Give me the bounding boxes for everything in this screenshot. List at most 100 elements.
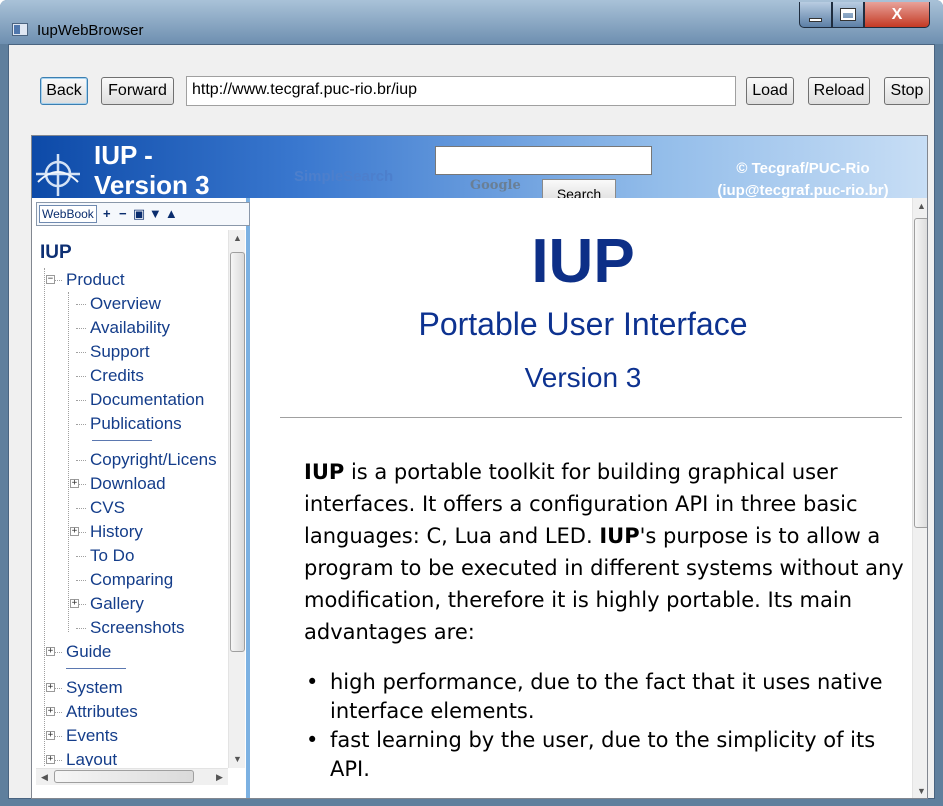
copyright-notice: © Tecgraf/PUC-Rio (iup@tecgraf.puc-rio.b… [682,158,924,198]
tree-item[interactable]: Copyright/Licens [90,448,217,472]
list-item: high performance, due to the fact that i… [306,668,906,726]
copyright-email-link[interactable]: (iup@tecgraf.puc-rio.br) [682,180,924,198]
webbook-label[interactable]: WebBook [39,205,97,223]
tree-item[interactable]: Credits [90,364,144,388]
intro-paragraph: IUP is a portable toolkit for building g… [304,456,909,648]
tree-connector [76,424,86,425]
tree-vertical-scrollbar[interactable]: ▲ ▼ [228,230,245,768]
banner-title-line2: Version 3 [94,170,210,198]
tree-connector [76,352,86,353]
scroll-up-arrow-icon[interactable]: ▲ [229,230,246,247]
intro-bold-iup-2: IUP [599,524,640,548]
stop-button[interactable]: Stop [884,77,930,105]
url-input[interactable]: http://www.tecgraf.puc-rio.br/iup [186,76,736,106]
tree-item[interactable]: To Do [90,544,134,568]
tree-item[interactable]: Comparing [90,568,173,592]
tree-guide-line [44,268,45,766]
tree-item[interactable]: Publications [90,412,182,436]
sync-icon[interactable]: ▣ [133,207,145,221]
tree-connector [76,628,86,629]
page-heading: IUP [531,227,635,296]
close-button[interactable]: X [864,2,930,28]
page-banner: IUP - Version 3 SimpleSearch Google Sear… [32,136,927,198]
google-logo: Google [470,178,521,193]
simple-search-label: SimpleSearch [294,168,394,185]
tree-item[interactable]: Download [90,472,166,496]
tree-item[interactable]: Screenshots [90,616,185,640]
tree-hscroll-thumb[interactable] [54,770,194,783]
maximize-button[interactable] [832,2,864,28]
forward-button[interactable]: Forward [101,77,174,105]
tree-item[interactable]: Layout [66,748,117,766]
intro-bold-iup: IUP [304,460,345,484]
tree-item[interactable]: Guide [66,640,111,664]
previous-icon[interactable]: ▲ [165,207,178,221]
client-area: Back Forward http://www.tecgraf.puc-rio.… [8,44,935,799]
expand-toggle-icon[interactable]: + [70,479,79,488]
window-title: IupWebBrowser [37,22,144,39]
content-scroll-up-icon[interactable]: ▲ [913,198,927,215]
divider [280,417,902,418]
tree-connector [76,508,86,509]
back-button[interactable]: Back [40,77,88,105]
tree-item[interactable]: System [66,676,123,700]
minimize-button[interactable] [799,2,832,28]
tree-item[interactable]: CVS [90,496,125,520]
scroll-left-arrow-icon[interactable]: ◀ [36,769,53,786]
page-version: Version 3 [524,362,642,393]
banner-title: IUP - Version 3 [94,140,264,198]
tree-item[interactable]: Attributes [66,700,138,724]
maximize-icon [840,8,856,21]
expand-toggle-icon[interactable]: + [70,527,79,536]
tree-separator [66,668,126,669]
search-button[interactable]: Search [542,179,616,198]
tree-guide-line [68,292,69,632]
close-icon: X [891,5,903,23]
title-bar[interactable]: IupWebBrowser X [0,0,943,44]
app-icon [12,23,28,36]
content-vertical-scrollbar[interactable]: ▲ ▼ [912,198,927,798]
tree-item[interactable]: Product [66,268,125,292]
copyright-line1: © Tecgraf/PUC-Rio [736,160,870,177]
load-button[interactable]: Load [746,77,794,105]
browser-window: IupWebBrowser X Back Forward http://www.… [0,0,943,806]
list-item: fast learning by the user, due to the si… [306,726,906,784]
content-scroll-thumb[interactable] [914,218,927,528]
tree-connector [76,580,86,581]
tree-item[interactable]: Support [90,340,150,364]
tree-item[interactable]: History [90,520,143,544]
tree-item[interactable]: Events [66,724,118,748]
collapse-all-icon[interactable]: − [117,207,129,221]
expand-toggle-icon[interactable]: + [46,731,55,740]
search-input[interactable] [435,146,652,175]
topics-tree: IUP Product − Overview Availability Support C… [36,230,228,766]
tree-item[interactable]: Gallery [90,592,144,616]
expand-toggle-icon[interactable]: + [70,599,79,608]
page-subtitle: Portable User Interface [418,306,748,342]
tree-scroll-thumb[interactable] [230,252,245,652]
minimize-icon [809,17,822,22]
expand-all-icon[interactable]: + [101,207,113,221]
next-icon[interactable]: ▼ [149,207,162,221]
tree-horizontal-scrollbar[interactable]: ◀ ▶ [36,768,228,785]
reload-button[interactable]: Reload [808,77,870,105]
tree-item[interactable]: Overview [90,292,161,316]
scroll-down-arrow-icon[interactable]: ▼ [229,751,246,768]
expand-toggle-icon[interactable]: + [46,647,55,656]
banner-title-line1: IUP - [94,140,153,170]
tree-connector [76,376,86,377]
tree-connector [76,460,86,461]
scroll-right-arrow-icon[interactable]: ▶ [211,769,228,786]
expand-toggle-icon[interactable]: + [46,755,55,764]
expand-toggle-icon[interactable]: + [46,707,55,716]
tree-connector [76,400,86,401]
tree-item[interactable]: Documentation [90,388,204,412]
tree-item[interactable]: Availability [90,316,170,340]
tree-connector [76,556,86,557]
content-scroll-down-icon[interactable]: ▼ [913,783,927,798]
web-view: IUP - Version 3 SimpleSearch Google Sear… [31,135,928,799]
expand-toggle-icon[interactable]: + [46,683,55,692]
collapse-toggle-icon[interactable]: − [46,275,55,284]
tree-root[interactable]: IUP [40,242,72,264]
tree-connector [76,328,86,329]
